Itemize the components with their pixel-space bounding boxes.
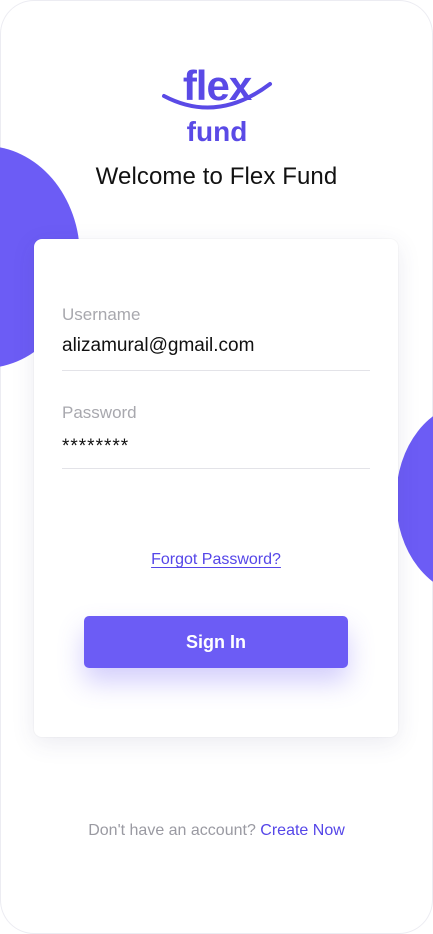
- logo-text-fund: fund: [187, 116, 248, 147]
- username-label: Username: [62, 305, 141, 324]
- footer-signup: Don't have an account? Create Now: [0, 822, 433, 840]
- login-screen: flex fund Welcome to Flex Fund Username …: [0, 0, 433, 934]
- decorative-blob-right: [396, 403, 433, 595]
- password-field[interactable]: ********: [62, 436, 370, 458]
- sign-in-button[interactable]: Sign In: [84, 616, 348, 668]
- username-field[interactable]: [62, 335, 370, 357]
- login-card: Username Password ******** Forgot Passwo…: [34, 239, 398, 737]
- username-underline: [62, 370, 370, 371]
- page-title: Welcome to Flex Fund: [95, 163, 338, 190]
- flex-fund-logo: flex fund: [162, 62, 272, 147]
- forgot-password-link[interactable]: Forgot Password?: [34, 551, 398, 569]
- create-account-link[interactable]: Create Now: [260, 822, 344, 839]
- password-label: Password: [62, 403, 137, 422]
- password-underline: [62, 468, 370, 469]
- signup-prompt: Don't have an account?: [88, 822, 256, 839]
